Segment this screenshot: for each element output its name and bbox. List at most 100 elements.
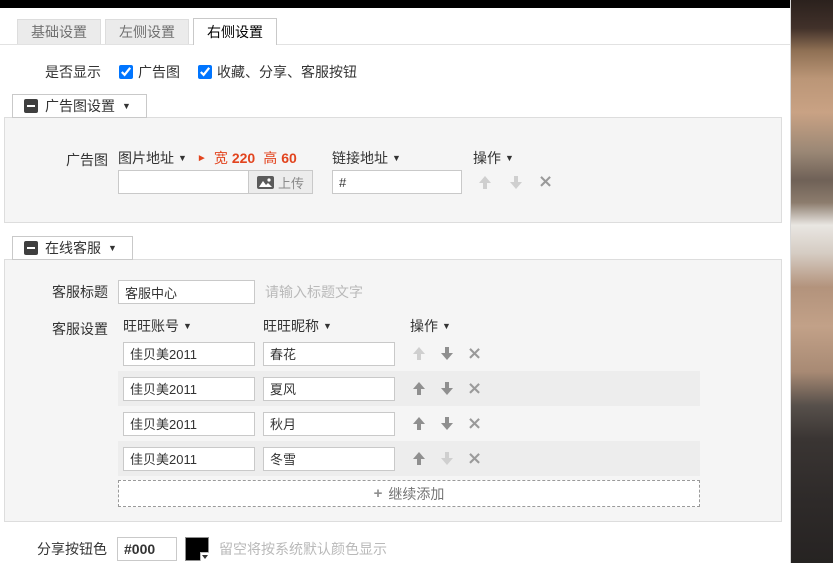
move-down-button[interactable] — [510, 176, 522, 189]
ad-image-checkbox-label: 广告图 — [138, 62, 180, 82]
online-service-section-body: 客服标题 请输入标题文字 客服设置 旺旺账号 ▼ 旺旺昵称 ▼ — [4, 259, 782, 522]
chevron-down-icon: ▼ — [323, 321, 332, 331]
link-url-header-label: 链接地址 — [332, 148, 388, 168]
move-down-button[interactable] — [441, 347, 453, 360]
move-down-button[interactable] — [441, 452, 453, 465]
service-row: × — [118, 336, 700, 371]
plus-icon: + — [374, 485, 383, 502]
move-up-button[interactable] — [479, 176, 491, 189]
height-value: 60 — [281, 150, 297, 166]
image-icon — [257, 176, 274, 189]
ad-image-section-title: 广告图设置 — [45, 98, 115, 114]
image-size-hint: ► 宽 220 高 60 — [197, 148, 305, 168]
wangwang-account-input[interactable] — [123, 377, 255, 401]
service-row: × — [118, 406, 700, 441]
service-rows: × × × × — [118, 336, 700, 476]
link-url-input[interactable] — [332, 170, 462, 194]
chevron-down-icon: ▼ — [122, 98, 131, 114]
wangwang-account-input[interactable] — [123, 342, 255, 366]
upload-button-label: 上传 — [278, 173, 304, 192]
share-color-input[interactable] — [117, 537, 177, 561]
service-grid: 旺旺账号 ▼ 旺旺昵称 ▼ 操作 ▼ — [118, 316, 700, 507]
ad-image-checkbox-group: 广告图 — [119, 62, 180, 82]
action-header-label: 操作 — [410, 316, 438, 336]
online-service-section: 在线客服 ▼ 客服标题 请输入标题文字 客服设置 旺旺账号 ▼ — [4, 236, 782, 522]
width-label: 宽 — [214, 148, 228, 168]
remove-button[interactable]: × — [538, 172, 553, 192]
move-up-button[interactable] — [413, 452, 425, 465]
tab-right-settings[interactable]: 右侧设置 — [193, 18, 277, 45]
share-color-row: 分享按钮色 留空将按系统默认颜色显示 — [4, 536, 790, 562]
remove-button[interactable]: × — [467, 379, 482, 399]
chevron-down-icon: ▼ — [442, 321, 451, 331]
online-service-section-header[interactable]: 在线客服 ▼ — [12, 236, 133, 260]
tab-left-settings[interactable]: 左侧设置 — [105, 19, 189, 44]
account-header-label: 旺旺账号 — [123, 316, 179, 336]
chevron-down-icon: ▼ — [505, 153, 514, 163]
remove-button[interactable]: × — [467, 414, 482, 434]
upload-button[interactable]: 上传 — [249, 170, 313, 194]
image-url-column-header[interactable]: 图片地址 ▼ ► 宽 220 高 60 — [118, 146, 313, 170]
ad-action-column-header[interactable]: 操作 ▼ — [473, 146, 553, 170]
share-color-label: 分享按钮色 — [4, 539, 107, 559]
service-settings-label: 客服设置 — [5, 316, 108, 507]
service-title-label: 客服标题 — [5, 282, 108, 302]
swatch-dropdown-icon — [200, 552, 209, 561]
wangwang-nick-input[interactable] — [263, 342, 395, 366]
ad-image-checkbox[interactable] — [119, 65, 133, 79]
chevron-down-icon: ▼ — [108, 240, 117, 256]
width-value: 220 — [232, 150, 255, 166]
link-url-column-header[interactable]: 链接地址 ▼ — [332, 146, 462, 170]
link-url-column: 链接地址 ▼ — [332, 146, 462, 194]
favorite-share-service-checkbox-label: 收藏、分享、客服按钮 — [217, 62, 357, 82]
promo-photo — [790, 0, 833, 563]
wangwang-account-column-header[interactable]: 旺旺账号 ▼ — [123, 316, 263, 336]
image-url-input[interactable] — [118, 170, 249, 194]
chevron-down-icon: ▼ — [183, 321, 192, 331]
service-action-column-header[interactable]: 操作 ▼ — [410, 316, 451, 336]
ad-image-section: 广告图设置 ▼ 广告图 图片地址 ▼ ► 宽 220 高 — [4, 94, 782, 223]
move-up-button[interactable] — [413, 417, 425, 430]
wangwang-nick-input[interactable] — [263, 377, 395, 401]
chevron-down-icon: ▼ — [178, 153, 187, 163]
share-color-hint: 留空将按系统默认颜色显示 — [219, 539, 387, 559]
add-row-button-label: 继续添加 — [388, 484, 444, 504]
wangwang-nick-input[interactable] — [263, 447, 395, 471]
image-url-column: 图片地址 ▼ ► 宽 220 高 60 — [118, 146, 313, 194]
ad-image-row-label: 广告图 — [5, 146, 108, 194]
collapse-icon — [24, 99, 38, 113]
top-black-bar — [0, 0, 833, 8]
display-toggle-label: 是否显示 — [45, 62, 101, 82]
move-up-button[interactable] — [413, 347, 425, 360]
favorite-share-service-checkbox[interactable] — [198, 65, 212, 79]
service-title-input[interactable] — [118, 280, 255, 304]
add-row-button[interactable]: + 继续添加 — [118, 480, 700, 507]
nick-header-label: 旺旺昵称 — [263, 316, 319, 336]
move-down-button[interactable] — [441, 417, 453, 430]
favorite-share-service-checkbox-group: 收藏、分享、客服按钮 — [198, 62, 357, 82]
collapse-icon — [24, 241, 38, 255]
remove-button[interactable]: × — [467, 449, 482, 469]
image-url-header-label: 图片地址 — [118, 148, 174, 168]
service-row: × — [118, 441, 700, 476]
display-toggle-row: 是否显示 广告图 收藏、分享、客服按钮 — [45, 63, 790, 81]
wangwang-nick-column-header[interactable]: 旺旺昵称 ▼ — [263, 316, 410, 336]
wangwang-account-input[interactable] — [123, 412, 255, 436]
remove-button[interactable]: × — [467, 344, 482, 364]
height-label: 高 — [263, 148, 277, 168]
online-service-section-title: 在线客服 — [45, 240, 101, 256]
service-title-hint: 请输入标题文字 — [265, 282, 363, 302]
tab-basic-settings[interactable]: 基础设置 — [17, 19, 101, 44]
move-down-button[interactable] — [441, 382, 453, 395]
chevron-down-icon: ▼ — [392, 153, 401, 163]
wangwang-account-input[interactable] — [123, 447, 255, 471]
ad-image-section-header[interactable]: 广告图设置 ▼ — [12, 94, 147, 118]
ad-action-column: 操作 ▼ × — [473, 146, 553, 194]
service-row: × — [118, 371, 700, 406]
settings-panel: 基础设置 左侧设置 右侧设置 是否显示 广告图 收藏、分享、客服按钮 广告图设置… — [0, 18, 790, 562]
pointer-icon: ► — [197, 153, 207, 164]
ad-image-section-body: 广告图 图片地址 ▼ ► 宽 220 高 60 — [4, 117, 782, 223]
move-up-button[interactable] — [413, 382, 425, 395]
color-swatch[interactable] — [185, 537, 209, 561]
wangwang-nick-input[interactable] — [263, 412, 395, 436]
